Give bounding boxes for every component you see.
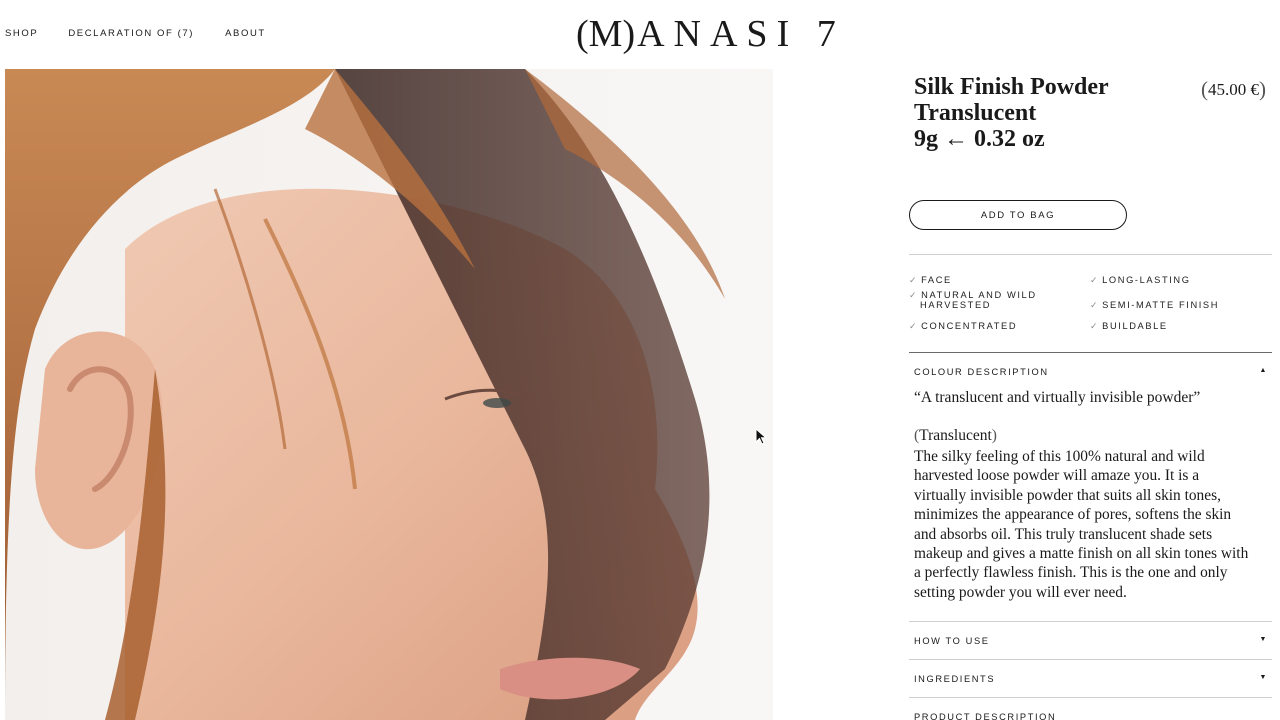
add-to-bag-button[interactable]: ADD TO BAG (909, 200, 1127, 230)
accordion-label: PRODUCT DESCRIPTION (914, 712, 1057, 720)
divider (909, 697, 1272, 698)
portrait-illustration (5, 69, 773, 720)
chevron-up-icon: ▲ (1259, 367, 1268, 374)
accordion-label: INGREDIENTS (914, 674, 996, 684)
divider (909, 254, 1272, 255)
check-icon: ✓ (1090, 321, 1100, 331)
product-size: 9g ← 0.32 oz (914, 126, 1045, 152)
divider (909, 621, 1272, 622)
price-value: 45.00 € (1208, 80, 1259, 99)
logo-text: ANASI 7 (637, 13, 845, 55)
feature-item: ✓ LONG-LASTING (1090, 275, 1191, 285)
accordion-colour-description[interactable]: COLOUR DESCRIPTION ▲ (914, 367, 1268, 377)
colour-description-text: The silky feeling of this 100% natural a… (914, 448, 1249, 601)
shade-name: (Translucent) (914, 427, 997, 445)
check-icon: ✓ (909, 321, 919, 331)
product-price: (45.00 €) (1201, 76, 1266, 101)
accordion-how-to-use[interactable]: HOW TO USE ▼ (914, 636, 1268, 646)
product-title: Silk Finish Powder Translucent 9g ← 0.32… (914, 74, 1109, 152)
accordion-product-description[interactable]: PRODUCT DESCRIPTION (914, 712, 1268, 720)
product-image (5, 69, 773, 720)
main-nav: SHOP DECLARATION OF (7) ABOUT (5, 28, 266, 39)
check-icon: ✓ (909, 275, 919, 285)
product-title-line: Translucent (914, 100, 1037, 126)
mouse-cursor-icon (755, 428, 767, 445)
nav-about[interactable]: ABOUT (225, 28, 266, 39)
check-icon: ✓ (1090, 300, 1100, 310)
price-paren-open: ( (1201, 77, 1208, 101)
accordion-label: HOW TO USE (914, 636, 990, 646)
chevron-down-icon: ▼ (1259, 674, 1268, 681)
feature-item: ✓ CONCENTRATED (909, 321, 1018, 331)
feature-item: ✓ FACE (909, 275, 952, 285)
colour-quote: “A translucent and virtually invisible p… (914, 389, 1201, 406)
accordion-label: COLOUR DESCRIPTION (914, 367, 1049, 377)
feature-item: ✓ SEMI-MATTE FINISH (1090, 300, 1220, 310)
shade-paren-close: ) (991, 427, 997, 444)
nav-shop[interactable]: SHOP (5, 28, 38, 39)
brand-logo[interactable]: (M) ANASI 7 (576, 10, 845, 58)
accordion-ingredients[interactable]: INGREDIENTS ▼ (914, 674, 1268, 684)
feature-item: ✓ BUILDABLE (1090, 321, 1168, 331)
price-paren-close: ) (1259, 77, 1266, 101)
chevron-down-icon: ▼ (1259, 636, 1268, 643)
divider (909, 352, 1272, 353)
nav-declaration[interactable]: DECLARATION OF (7) (68, 28, 194, 39)
check-icon: ✓ (909, 290, 919, 300)
check-icon: ✓ (1090, 275, 1100, 285)
logo-mark: (M) (576, 13, 636, 55)
feature-item: ✓ NATURAL AND WILD HARVESTED (909, 290, 1037, 310)
shade-value: Translucent (919, 427, 992, 444)
product-title-line: Silk Finish Powder (914, 74, 1109, 100)
divider (909, 659, 1272, 660)
